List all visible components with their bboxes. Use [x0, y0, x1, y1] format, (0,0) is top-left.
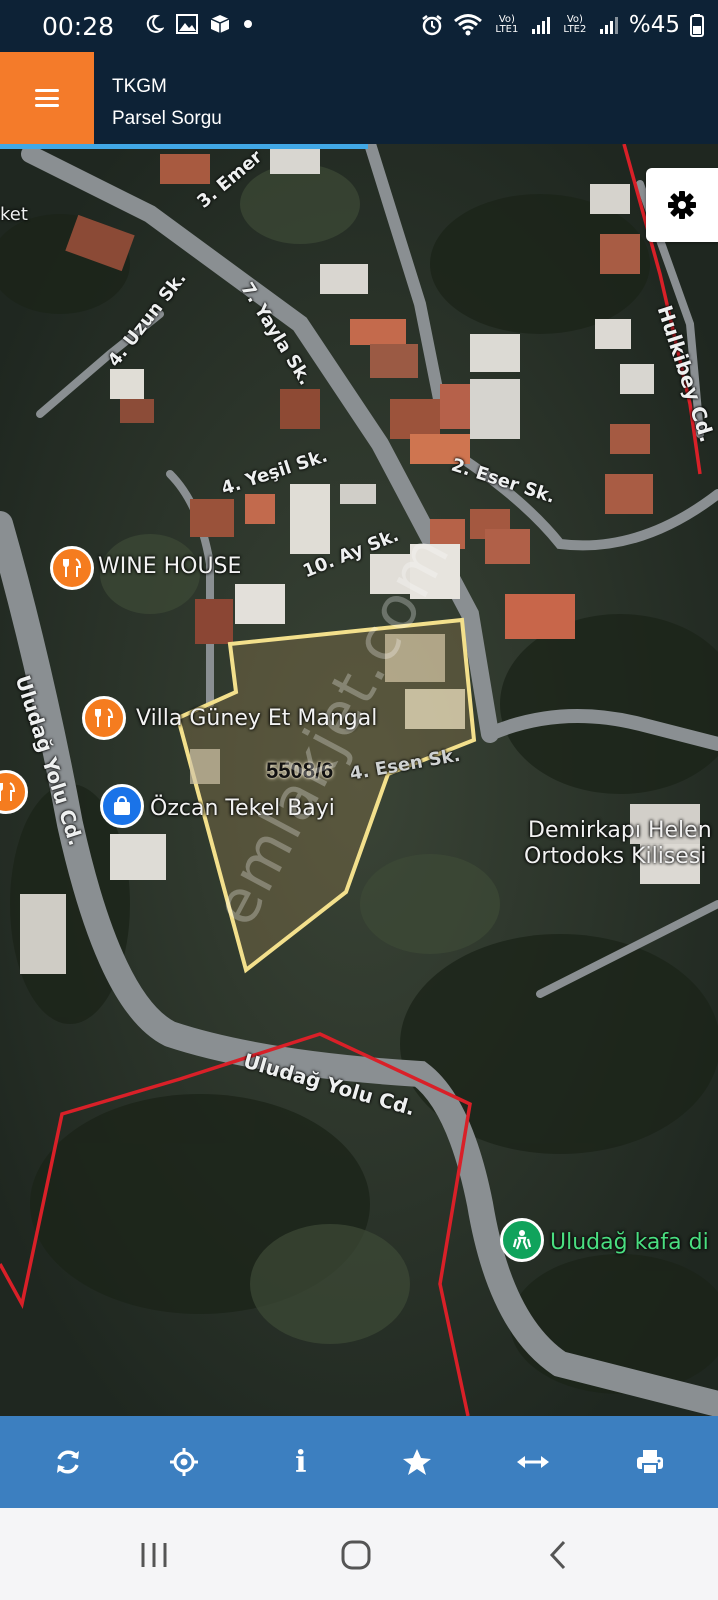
status-system-icons: Vo) LTE1 Vo) LTE2 %45 — [421, 12, 704, 38]
fork-knife-icon — [0, 782, 16, 801]
back-button[interactable] — [528, 1530, 588, 1580]
street-label-ket: ket — [0, 204, 28, 225]
restaurant-pin-wine-house[interactable] — [50, 546, 94, 590]
park-pin-uludag-kafa[interactable] — [500, 1218, 544, 1262]
loading-progress-strip — [0, 144, 368, 149]
dot-icon — [244, 20, 252, 28]
info-icon: i — [295, 1444, 307, 1480]
map-view[interactable]: 3. Emer ket 7. Yayla Sk. 4. Uzun Sk. 4. … — [0, 144, 718, 1416]
moon-icon — [146, 14, 164, 33]
back-icon — [549, 1540, 566, 1570]
favorite-button[interactable] — [387, 1432, 447, 1492]
shop-pin-ozcan[interactable] — [100, 784, 144, 828]
hiking-icon — [512, 1230, 532, 1250]
measure-arrows-icon — [517, 1456, 550, 1468]
gear-icon — [668, 191, 696, 219]
measure-button[interactable] — [503, 1432, 563, 1492]
menu-button[interactable] — [0, 52, 94, 144]
network-2-label: Vo) LTE2 — [563, 14, 587, 35]
app-header: TKGM Parsel Sorgu — [0, 52, 718, 144]
info-button[interactable]: i — [271, 1432, 331, 1492]
system-navigation-bar — [0, 1508, 718, 1600]
gallery-icon — [176, 14, 198, 34]
poi-label-wine-house: WINE HOUSE — [98, 554, 242, 579]
refresh-button[interactable] — [38, 1432, 98, 1492]
recent-apps-icon — [141, 1543, 167, 1567]
package-icon — [210, 15, 230, 33]
signal-1-icon — [531, 17, 550, 34]
battery-percent: %45 — [628, 12, 680, 38]
crosshair-icon — [170, 1448, 199, 1476]
refresh-icon — [57, 1450, 80, 1474]
app-subtitle: Parsel Sorgu — [112, 108, 222, 129]
print-button[interactable] — [620, 1432, 680, 1492]
status-time: 00:28 — [42, 12, 115, 41]
home-icon — [341, 1540, 371, 1570]
settings-button[interactable] — [646, 168, 718, 242]
locate-button[interactable] — [154, 1432, 214, 1492]
poi-label-kilise-line2: Ortodoks Kilisesi — [524, 844, 707, 869]
star-icon — [403, 1449, 432, 1475]
poi-label-uludag-kafa: Uludağ kafa di — [550, 1230, 709, 1255]
alarm-icon — [422, 15, 442, 36]
fork-knife-icon — [95, 708, 114, 727]
wifi-icon — [453, 14, 482, 36]
status-notification-icons — [144, 14, 254, 34]
battery-icon — [690, 14, 704, 37]
shopping-bag-icon — [114, 795, 130, 815]
signal-2-icon — [599, 17, 618, 34]
printer-icon — [636, 1450, 663, 1475]
home-button[interactable] — [326, 1530, 386, 1580]
fork-knife-icon — [63, 558, 82, 577]
restaurant-pin-villa-guney[interactable] — [82, 696, 126, 740]
map-toolbar: i — [0, 1416, 718, 1508]
hamburger-icon — [35, 89, 59, 107]
recent-apps-button[interactable] — [124, 1530, 184, 1580]
poi-label-kilise-line1: Demirkapı Helen — [528, 818, 712, 843]
network-1-label: Vo) LTE1 — [495, 14, 519, 35]
app-title: TKGM — [112, 76, 167, 97]
status-bar: 00:28 Vo) LTE1 Vo) LTE2 %45 — [0, 0, 718, 52]
